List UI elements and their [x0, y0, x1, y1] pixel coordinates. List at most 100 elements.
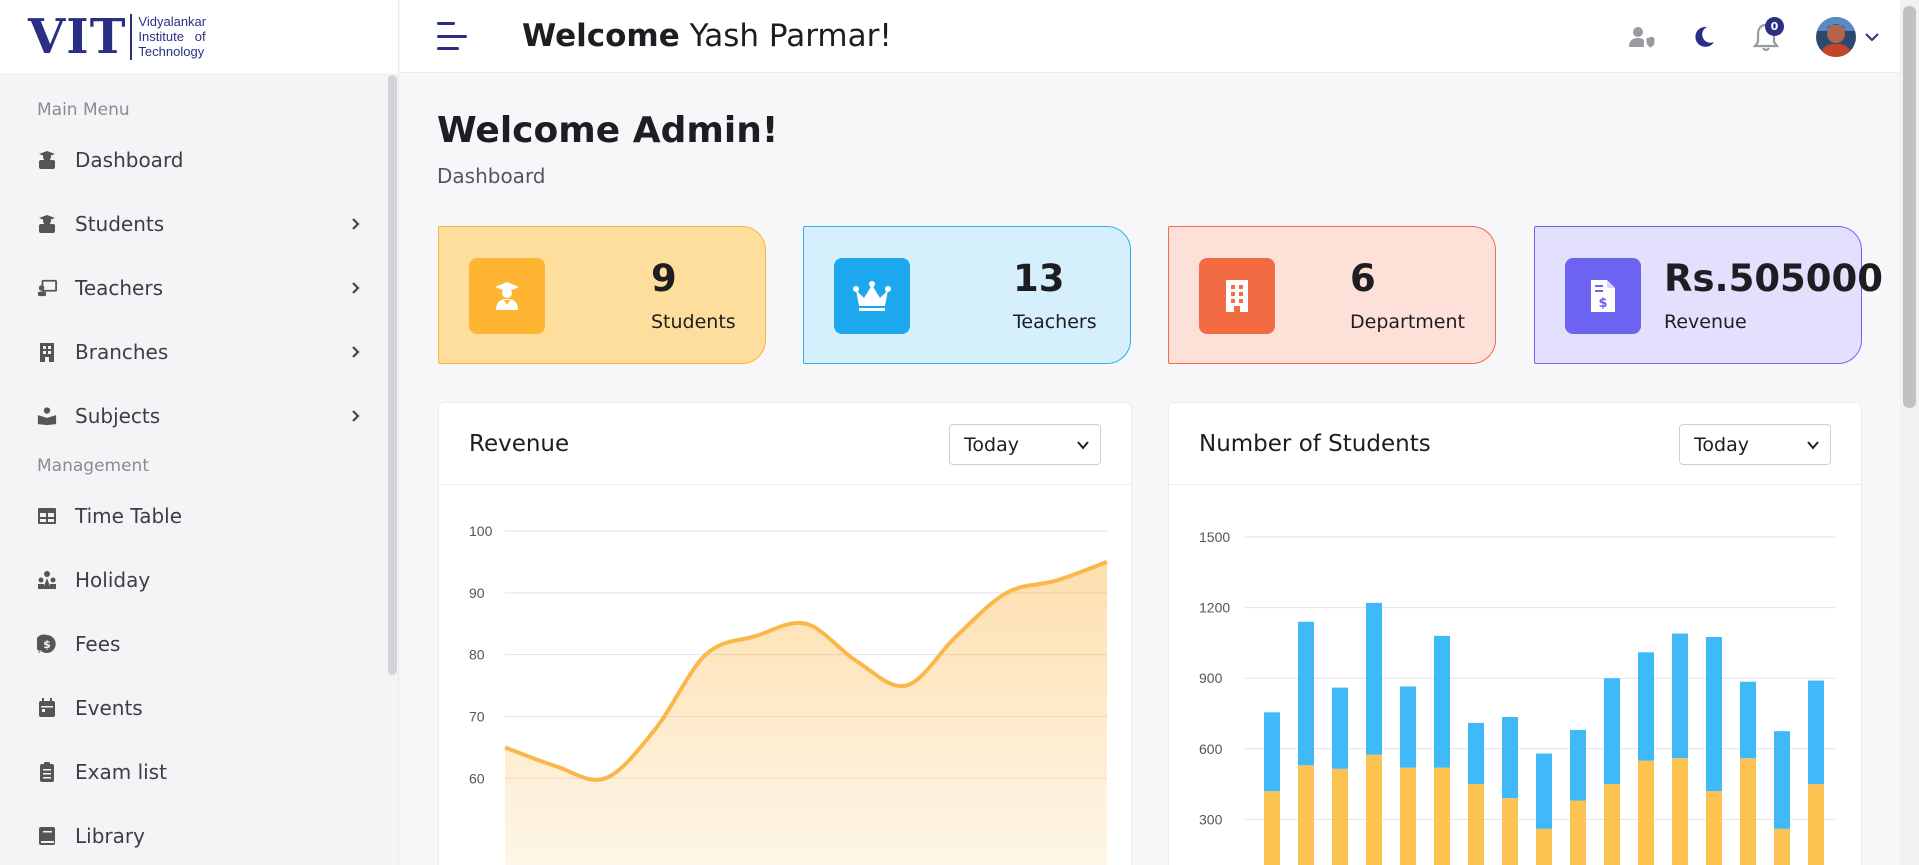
- breadcrumb: Dashboard: [437, 164, 546, 188]
- stat-card-department[interactable]: 6 Department: [1168, 226, 1496, 364]
- sidebar-item-label: Subjects: [75, 404, 161, 428]
- stat-value: 13: [1013, 257, 1065, 300]
- revenue-period-select[interactable]: Today: [949, 424, 1101, 465]
- sidebar-item-dashboard[interactable]: Dashboard: [0, 128, 398, 192]
- stat-card-teachers[interactable]: 13 Teachers: [803, 226, 1131, 364]
- y-tick-label: 900: [1199, 670, 1223, 686]
- header-welcome-bold: Welcome: [522, 18, 680, 54]
- sidebar-item-label: Fees: [75, 632, 121, 656]
- stat-label: Teachers: [1013, 311, 1097, 333]
- invoice-dollar-icon: $: [1565, 258, 1641, 334]
- sidebar-item-holiday[interactable]: Holiday: [0, 548, 398, 612]
- chevron-down-icon: [1807, 441, 1819, 450]
- sidebar-item-label: Students: [75, 212, 165, 236]
- user-shield-icon[interactable]: [1626, 21, 1658, 53]
- stat-label: Revenue: [1664, 311, 1747, 333]
- sidebar-scrollbar[interactable]: [388, 75, 397, 675]
- sidebar-item-label: Library: [75, 824, 145, 848]
- building-icon: [37, 342, 57, 362]
- moon-icon[interactable]: [1688, 21, 1720, 53]
- students-period-select[interactable]: Today: [1679, 424, 1831, 465]
- y-tick-label: 1500: [1199, 529, 1230, 545]
- y-tick-label: 80: [469, 647, 485, 663]
- bar-segment-upper: [1400, 686, 1416, 768]
- graduate-icon: [469, 258, 545, 334]
- bar-segment-upper: [1298, 621, 1314, 766]
- teacher-board-icon: [37, 278, 57, 298]
- sidebar-item-label: Teachers: [75, 276, 163, 300]
- sidebar-item-students[interactable]: Students: [0, 192, 398, 256]
- bar-segment-lower: [1808, 784, 1824, 865]
- header-welcome: Welcome Yash Parmar!: [522, 18, 892, 54]
- students-period-value: Today: [1694, 433, 1749, 456]
- calendar-icon: [37, 698, 57, 718]
- bar-segment-upper: [1570, 729, 1586, 801]
- sidebar-item-subjects[interactable]: Subjects: [0, 384, 398, 448]
- sidebar-item-library[interactable]: Library: [0, 804, 398, 865]
- bar-segment-lower: [1706, 791, 1722, 865]
- bar-segment-upper: [1332, 687, 1348, 769]
- sidebar-item-fees[interactable]: $ Fees: [0, 612, 398, 676]
- bell-icon[interactable]: 0: [1750, 16, 1784, 53]
- chevron-down-icon[interactable]: [1864, 29, 1880, 45]
- page-scrollbar-thumb[interactable]: [1903, 6, 1916, 408]
- bar-segment-lower: [1672, 758, 1688, 865]
- sidebar-item-teachers[interactable]: Teachers: [0, 256, 398, 320]
- graduate-icon: [37, 214, 57, 234]
- bar-segment-upper: [1366, 602, 1382, 755]
- bar-segment-upper: [1468, 722, 1484, 785]
- sidebar-item-label: Time Table: [75, 504, 183, 528]
- avatar[interactable]: [1816, 16, 1856, 57]
- students-panel: Number of Students Today 1500 1200 900 600 3…: [1168, 402, 1862, 865]
- hamburger-menu-icon[interactable]: [437, 22, 467, 50]
- stat-card-students[interactable]: 9 Students: [438, 226, 766, 364]
- bar-segment-lower: [1434, 767, 1450, 865]
- svg-text:$: $: [1598, 296, 1607, 311]
- sidebar: Main Menu Dashboard Students Teachers Br…: [0, 73, 399, 865]
- y-tick-label: 300: [1199, 811, 1223, 827]
- chevron-right-icon: [352, 282, 360, 294]
- bar-segment-upper: [1434, 635, 1450, 768]
- bar-segment-lower: [1740, 758, 1756, 865]
- stat-label: Department: [1350, 311, 1465, 333]
- bar-segment-lower: [1298, 765, 1314, 865]
- logo[interactable]: VIT Vidyalankar Institute of Technology: [0, 0, 399, 73]
- people-icon: [37, 570, 57, 590]
- notification-count-badge: 0: [1765, 16, 1784, 36]
- y-tick-label: 90: [469, 585, 485, 601]
- stat-label: Students: [651, 311, 736, 333]
- revenue-area-chart: 100 90 80 70 60: [469, 523, 1108, 865]
- sidebar-item-exam-list[interactable]: Exam list: [0, 740, 398, 804]
- bar-segment-upper: [1264, 712, 1280, 792]
- stat-value: Rs.505000: [1664, 257, 1884, 300]
- stat-card-revenue[interactable]: $ Rs.505000 Revenue: [1534, 226, 1883, 364]
- logo-mark: VIT: [28, 8, 127, 65]
- sidebar-item-events[interactable]: Events: [0, 676, 398, 740]
- stat-value: 6: [1350, 257, 1376, 300]
- bar-segment-upper: [1638, 652, 1654, 761]
- chevron-right-icon: [352, 218, 360, 230]
- menu-section-management: Management: [37, 456, 149, 476]
- clipboard-icon: [37, 762, 57, 782]
- sidebar-item-time-table[interactable]: Time Table: [0, 484, 398, 548]
- logo-divider: [130, 13, 133, 60]
- bar-segment-lower: [1468, 784, 1484, 865]
- revenue-panel-header: Revenue Today: [439, 403, 1131, 485]
- chevron-right-icon: [352, 346, 360, 358]
- sidebar-item-branches[interactable]: Branches: [0, 320, 398, 384]
- bar-segment-lower: [1536, 828, 1552, 865]
- logo-line2: Institute of: [138, 29, 206, 44]
- y-tick-label: 1200: [1199, 600, 1230, 616]
- coin-chat-icon: $: [37, 634, 57, 654]
- book-reader-icon: [37, 406, 57, 426]
- logo-line3: Technology: [138, 44, 205, 59]
- bar-segment-upper: [1808, 680, 1824, 785]
- revenue-panel-title: Revenue: [469, 431, 570, 457]
- bar-segment-upper: [1706, 637, 1722, 792]
- students-bar-chart: 1500 1200 900 600 300: [1199, 529, 1835, 865]
- bar-segment-lower: [1264, 791, 1280, 865]
- sidebar-item-label: Holiday: [75, 568, 151, 592]
- stat-value: 9: [651, 257, 677, 300]
- y-tick-label: 60: [469, 770, 485, 786]
- bar-segment-lower: [1604, 784, 1620, 865]
